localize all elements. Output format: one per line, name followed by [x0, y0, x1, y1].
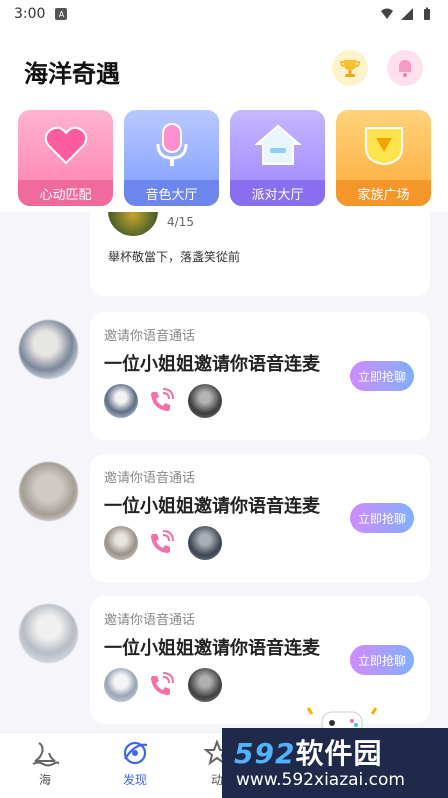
status-time: 3:00 [14, 6, 46, 22]
battery-icon [424, 7, 430, 20]
phone-call-icon [151, 672, 174, 695]
call-subtitle: 邀请你语音通话 [104, 329, 196, 344]
category-label: 派对大厅 [230, 180, 325, 206]
receiver-avatar [188, 668, 222, 702]
bell-icon [399, 60, 411, 77]
call-invite-item: 邀请你语音通话 一位小姐姐邀请你语音连麦 立即抢聊 [0, 312, 448, 440]
caller-avatar [104, 384, 138, 418]
receiver-avatar [188, 526, 222, 560]
call-invite-item: 邀请你语音通话 一位小姐姐邀请你语音连麦 立即抢聊 [0, 454, 448, 582]
watermark-brand: 592软件园 [234, 732, 382, 772]
watermark-text: 软件园 [295, 737, 383, 770]
post-caption: 舉杯敬當下，落盞笑從前 [108, 250, 241, 264]
grab-chat-button[interactable]: 立即抢聊 [350, 645, 414, 675]
house-icon [230, 110, 325, 180]
wifi-icon [381, 8, 393, 19]
category-heart-match[interactable]: 心动匹配 [18, 110, 113, 206]
phone-call-icon [151, 388, 174, 411]
signal-icon [401, 8, 413, 20]
discover-icon [123, 741, 148, 765]
phone-call-icon [151, 530, 174, 553]
category-label: 音色大厅 [124, 180, 219, 206]
nav-label: 海 [38, 773, 51, 787]
receiver-avatar [188, 384, 222, 418]
avatar[interactable] [19, 604, 78, 663]
status-bar: 3:00 A [0, 0, 448, 28]
trophy-button[interactable] [332, 50, 368, 86]
call-invite-card[interactable]: 邀请你语音通话 一位小姐姐邀请你语音连麦 立即抢聊 [90, 312, 430, 440]
trophy-icon [339, 60, 361, 77]
feed-list[interactable]: 4/15 舉杯敬當下，落盞笑從前 邀请你语音通话 一位小姐姐邀请你语音连麦 立即… [0, 212, 448, 732]
watermark: 592软件园 www.592xiazai.com [222, 728, 448, 798]
grab-chat-button[interactable]: 立即抢聊 [350, 361, 414, 391]
call-invite-card[interactable]: 邀请你语音通话 一位小姐姐邀请你语音连麦 立即抢聊 [90, 454, 430, 582]
watermark-number: 592 [234, 737, 296, 770]
category-voice-hall[interactable]: 音色大厅 [124, 110, 219, 206]
shield-icon [336, 110, 431, 180]
category-label: 心动匹配 [18, 180, 113, 206]
microphone-icon [124, 110, 219, 180]
call-subtitle: 邀请你语音通话 [104, 471, 196, 486]
post-card[interactable]: 4/15 舉杯敬當下，落盞笑從前 [90, 212, 430, 296]
caller-avatar [104, 526, 138, 560]
avatar[interactable] [19, 462, 78, 521]
nav-label: 发现 [122, 773, 147, 787]
heart-icon [18, 110, 113, 180]
category-row: 心动匹配 音色大厅 派对大厅 家族广场 [0, 108, 448, 212]
sea-icon [32, 742, 59, 767]
call-title: 一位小姐姐邀请你语音连麦 [104, 638, 320, 659]
call-title: 一位小姐姐邀请你语音连麦 [104, 354, 320, 375]
post-date: 4/15 [167, 215, 194, 229]
call-subtitle: 邀请你语音通话 [104, 613, 196, 628]
nav-item-discover[interactable]: 发现 [90, 733, 180, 798]
call-title: 一位小姐姐邀请你语音连麦 [104, 496, 320, 517]
grab-chat-button[interactable]: 立即抢聊 [350, 503, 414, 533]
avatar[interactable] [19, 320, 78, 379]
nav-item-sea[interactable]: 海 [0, 733, 90, 798]
header: 海洋奇遇 [0, 28, 448, 108]
category-party-hall[interactable]: 派对大厅 [230, 110, 325, 206]
bell-button[interactable] [387, 50, 423, 86]
page-title: 海洋奇遇 [24, 60, 120, 88]
watermark-url: www.592xiazai.com [236, 770, 405, 790]
category-label: 家族广场 [336, 180, 431, 206]
notification-a-icon: A [55, 8, 68, 20]
caller-avatar [104, 668, 138, 702]
post-image [108, 212, 158, 236]
category-family-square[interactable]: 家族广场 [336, 110, 431, 206]
